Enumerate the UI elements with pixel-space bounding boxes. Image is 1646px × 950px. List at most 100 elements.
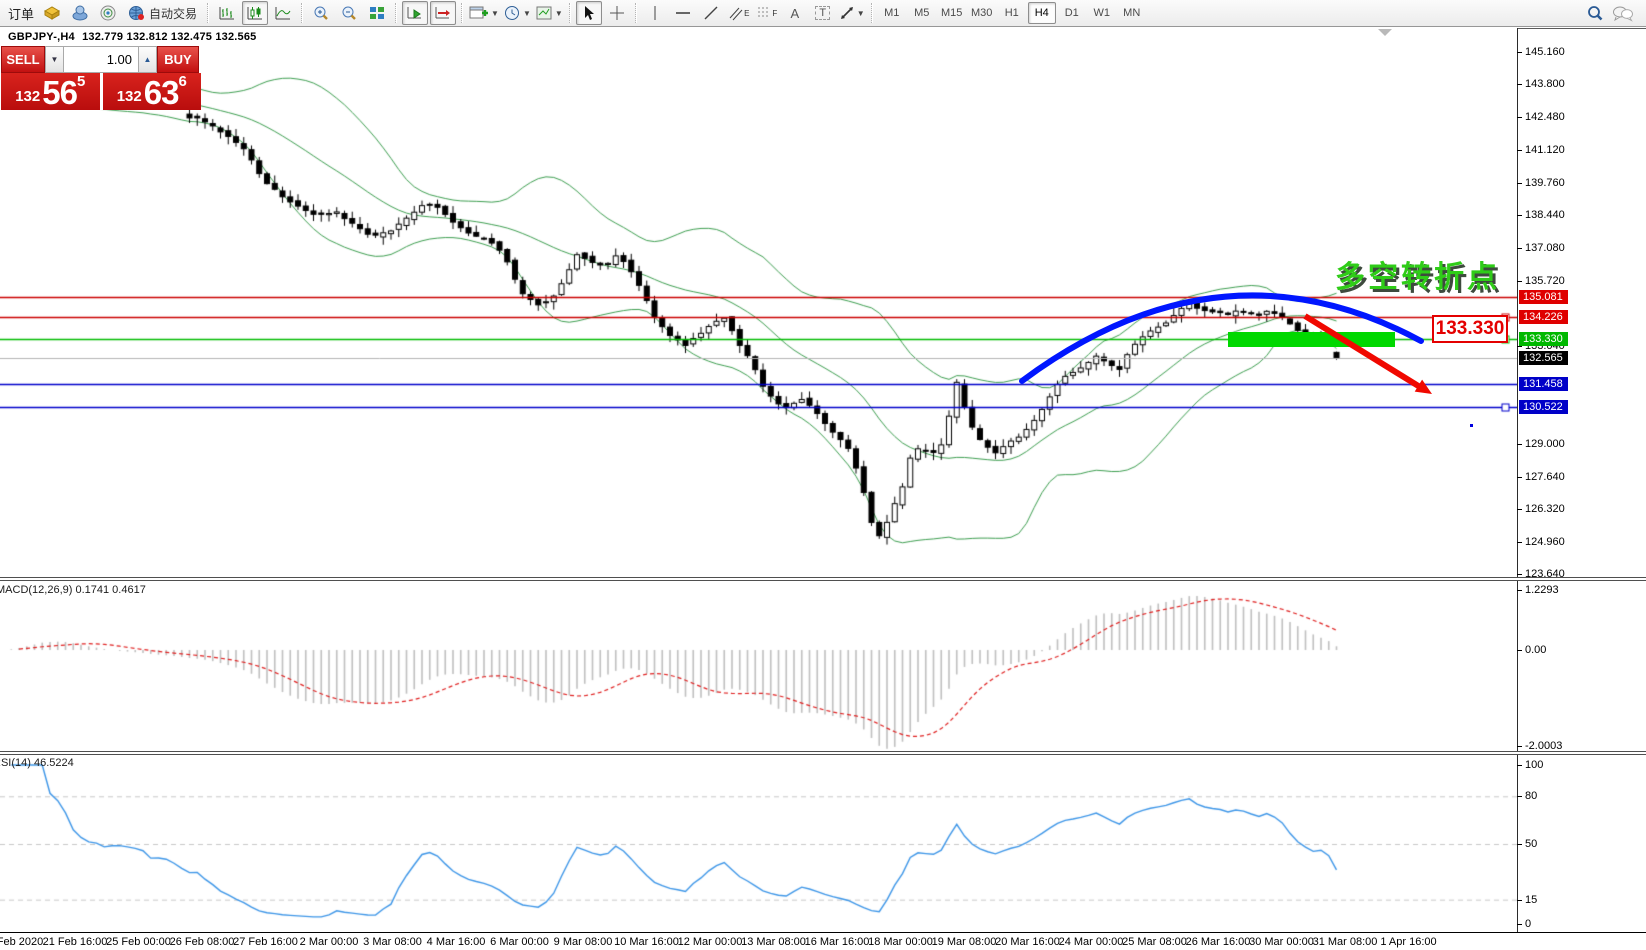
timeframe-M15[interactable]: M15 [938,2,966,24]
sell-quote[interactable]: 132 56 5 [1,73,100,110]
rsi-label: RSI(14) 46.5224 [0,757,74,769]
chart-shift-marker-icon[interactable] [1378,29,1392,36]
timeframe-H4[interactable]: H4 [1028,2,1056,24]
axis-tick-dash [1517,150,1522,151]
cursor-tool-icon[interactable] [576,1,602,25]
time-label: 26 Feb 08:00 [170,936,235,948]
text-tool-icon[interactable]: A [782,1,808,25]
mt4-window: 订单 自动交易 [0,0,1646,950]
sell-price-big: 56 [42,78,77,108]
price-tick-label: 143.800 [1525,78,1565,90]
time-label: 19 Mar 08:00 [932,936,997,948]
price-tick-label: 141.120 [1525,144,1565,156]
signal-icon[interactable] [95,1,121,25]
candlestick-mode-icon[interactable] [242,1,268,25]
separator [461,3,463,23]
chart-shift-icon[interactable] [430,1,456,25]
separator [207,3,209,23]
price-chart-canvas[interactable] [0,28,1517,932]
price-badge: 130.522 [1519,400,1568,414]
chevron-down-icon: ▼ [555,9,563,18]
orders-button[interactable]: 订单 [4,4,38,23]
rsi-pane-divider[interactable] [0,751,1646,755]
price-callout-label[interactable]: 133.330 [1432,315,1508,343]
macd-axis-label: 1.2293 [1525,584,1559,596]
period-clock-icon[interactable]: ▼ [502,1,532,25]
price-badge: 133.330 [1519,332,1568,346]
axis-tick-dash [1517,924,1522,925]
buy-price-big: 63 [144,78,179,108]
rsi-axis-label: 80 [1525,790,1537,802]
crosshair-tool-icon[interactable] [604,1,630,25]
axis-tick-dash [1517,477,1522,478]
auto-scroll-icon[interactable] [402,1,428,25]
price-tick-label: 127.640 [1525,471,1565,483]
time-label: 6 Mar 00:00 [490,936,549,948]
axis-tick-dash [1517,84,1522,85]
timeframe-M30[interactable]: M30 [968,2,996,24]
tile-windows-icon[interactable] [364,1,390,25]
channel-tool-icon[interactable]: E [726,1,752,25]
macd-pane-divider[interactable] [0,577,1646,581]
time-label: 9 Mar 08:00 [554,936,613,948]
buy-button[interactable]: BUY [157,46,199,73]
separator [871,3,873,23]
symbol-header: GBPJPY-,H4 132.779 132.812 132.475 132.5… [8,31,257,43]
time-label: 27 Feb 16:00 [233,936,298,948]
time-label: 1 Apr 16:00 [1380,936,1436,948]
sell-button[interactable]: SELL [1,46,45,73]
chat-icon[interactable] [1610,1,1636,25]
green-zone-rectangle[interactable] [1228,332,1395,347]
templates-icon[interactable]: ▼ [534,1,564,25]
volume-up-button[interactable]: ▲ [138,46,157,73]
turning-point-text[interactable]: 多空转折点 [1335,252,1500,296]
rsi-axis-label: 0 [1525,918,1531,930]
fibo-letter: F [772,9,777,18]
axis-tick-dash [1517,281,1522,282]
volume-input[interactable] [64,46,138,73]
macd-axis-label: -2.0003 [1525,740,1562,752]
time-label: 16 Mar 16:00 [805,936,870,948]
timeframe-M5[interactable]: M5 [908,2,936,24]
new-order-icon[interactable] [39,1,65,25]
trendline-tool-icon[interactable] [698,1,724,25]
price-badge: 135.081 [1519,290,1568,304]
zoom-in-icon[interactable] [308,1,334,25]
axis-tick-dash [1517,117,1522,118]
time-label: 25 Mar 08:00 [1122,936,1187,948]
fibonacci-tool-icon[interactable]: F [754,1,780,25]
chevron-down-icon: ▼ [491,9,499,18]
autotrading-button[interactable]: 自动交易 [123,1,202,25]
zoom-out-icon[interactable] [336,1,362,25]
axis-tick-dash [1517,52,1522,53]
text-label-tool-icon[interactable]: T [810,1,836,25]
price-badge: 134.226 [1519,310,1568,324]
horizontal-line-tool-icon[interactable] [670,1,696,25]
timeframe-W1[interactable]: W1 [1088,2,1116,24]
price-tick-label: 135.720 [1525,275,1565,287]
time-label: 25 Feb 00:00 [106,936,171,948]
arrows-tool-icon[interactable]: ▼ [838,1,866,25]
profile-icon[interactable] [67,1,93,25]
line-chart-mode-icon[interactable] [270,1,296,25]
axis-tick-dash [1517,509,1522,510]
rsi-axis-label: 50 [1525,838,1537,850]
timeframe-MN[interactable]: MN [1118,2,1146,24]
time-label: Feb 2020 [0,936,43,948]
bar-chart-mode-icon[interactable] [214,1,240,25]
axis-tick-dash [1517,796,1522,797]
buy-price-small: 132 [117,86,142,108]
rsi-axis-label: 15 [1525,894,1537,906]
new-chart-icon[interactable]: ▼ [468,1,500,25]
search-icon[interactable] [1582,1,1608,25]
buy-quote[interactable]: 132 63 6 [103,73,202,110]
timeframe-group: M1M5M15M30H1H4D1W1MN [877,1,1147,25]
timeframe-M1[interactable]: M1 [878,2,906,24]
timeframe-H1[interactable]: H1 [998,2,1026,24]
blue-anchor-dot [1470,424,1473,427]
separator [635,3,637,23]
volume-down-button[interactable]: ▼ [45,46,64,73]
price-tick-label: 139.760 [1525,177,1565,189]
vertical-line-tool-icon[interactable] [642,1,668,25]
timeframe-D1[interactable]: D1 [1058,2,1086,24]
